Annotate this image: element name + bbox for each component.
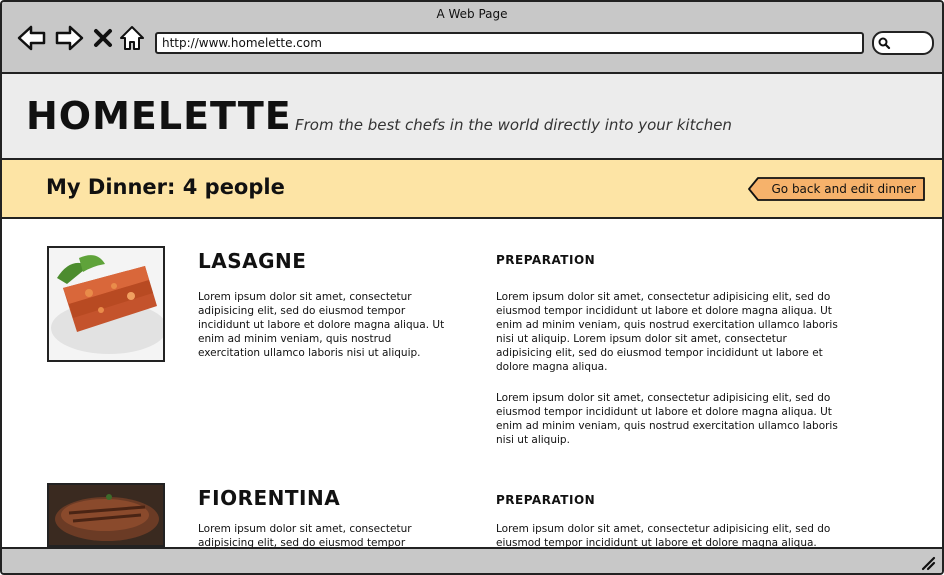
dinner-content: LASAGNE Lorem ipsum dolor sit amet, cons… bbox=[2, 219, 942, 547]
back-arrow-icon[interactable] bbox=[17, 24, 47, 52]
preparation-text: Lorem ipsum dolor sit amet, consectetur … bbox=[496, 392, 838, 446]
dish-name: LASAGNE bbox=[198, 249, 307, 273]
browser-status-bar bbox=[2, 547, 942, 573]
dinner-bar: My Dinner: 4 people Go back and edit din… bbox=[2, 160, 942, 219]
stop-icon[interactable] bbox=[92, 24, 114, 52]
preparation-title: PREPARATION bbox=[496, 493, 596, 507]
site-tagline: From the best chefs in the world directl… bbox=[295, 116, 732, 134]
preparation-title: PREPARATION bbox=[496, 253, 596, 267]
browser-window: A Web Page http://www.homelette.com HOME… bbox=[0, 0, 944, 575]
site-logo[interactable]: HOMELETTE bbox=[26, 94, 292, 138]
dish-image bbox=[47, 246, 165, 362]
home-icon[interactable] bbox=[119, 24, 145, 52]
back-edit-dinner-label: Go back and edit dinner bbox=[771, 182, 916, 196]
site-header: HOMELETTE From the best chefs in the wor… bbox=[2, 74, 942, 160]
dish-name: FIORENTINA bbox=[198, 486, 341, 510]
preparation-text: Lorem ipsum dolor sit amet, consectetur … bbox=[496, 523, 831, 547]
forward-arrow-icon[interactable] bbox=[54, 24, 84, 52]
dinner-title: My Dinner: 4 people bbox=[46, 175, 285, 199]
browser-chrome: A Web Page http://www.homelette.com bbox=[2, 2, 942, 74]
resize-grip-icon[interactable] bbox=[920, 555, 936, 571]
dish-description: Lorem ipsum dolor sit amet, consectetur … bbox=[198, 523, 412, 547]
dish-description: Lorem ipsum dolor sit amet, consectetur … bbox=[198, 291, 445, 359]
window-title: A Web Page bbox=[436, 7, 508, 21]
back-edit-dinner-button[interactable]: Go back and edit dinner bbox=[748, 177, 926, 201]
url-field[interactable]: http://www.homelette.com bbox=[155, 32, 864, 54]
search-icon bbox=[878, 37, 891, 50]
preparation-text: Lorem ipsum dolor sit amet, consectetur … bbox=[496, 291, 838, 373]
dish-image bbox=[47, 483, 165, 547]
search-field[interactable] bbox=[872, 31, 934, 55]
